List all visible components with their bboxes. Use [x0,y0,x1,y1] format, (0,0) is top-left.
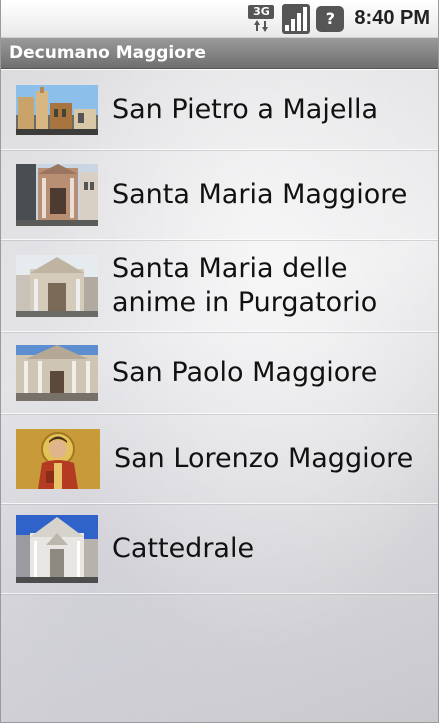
status-bar: 3G ? 8:40 PM [1,0,438,38]
list-background: San Pietro a Majella Santa Maria Maggior… [1,70,438,722]
network-type-label: 3G [248,4,275,19]
list-item[interactable]: Santa Maria delle anime in Purgatorio [1,240,438,332]
church-photo-icon [16,254,98,317]
page-title: Decumano Maggiore [1,38,438,69]
church-photo-icon [16,84,98,135]
battery-icon: ? [316,5,345,32]
list-item[interactable]: Cattedrale [1,504,438,594]
list-item-label: Santa Maria Maggiore [112,178,408,210]
list-item-label: Cattedrale [112,532,255,564]
list-item-label: Santa Maria delle anime in Purgatorio [112,252,378,318]
list-item[interactable]: Santa Maria Maggiore [1,150,438,240]
app-window: 3G ? 8:40 PM Decumano Maggiore San Pietr… [0,0,439,723]
status-clock: 8:40 PM [354,7,430,29]
saint-icon-painting [16,428,100,489]
church-list: San Pietro a Majella Santa Maria Maggior… [1,70,438,594]
3g-data-icon: 3G [248,4,276,34]
list-item[interactable]: San Lorenzo Maggiore [1,414,438,504]
church-photo-icon [16,163,98,226]
cathedral-photo-icon [16,514,98,583]
list-item[interactable]: San Paolo Maggiore [1,332,438,414]
signal-strength-icon [282,3,311,34]
list-item-label: San Lorenzo Maggiore [114,442,414,474]
list-item-label: San Pietro a Majella [112,93,379,125]
list-item-label: San Paolo Maggiore [112,356,378,388]
list-item[interactable]: San Pietro a Majella [1,70,438,150]
church-photo-icon [16,344,98,401]
